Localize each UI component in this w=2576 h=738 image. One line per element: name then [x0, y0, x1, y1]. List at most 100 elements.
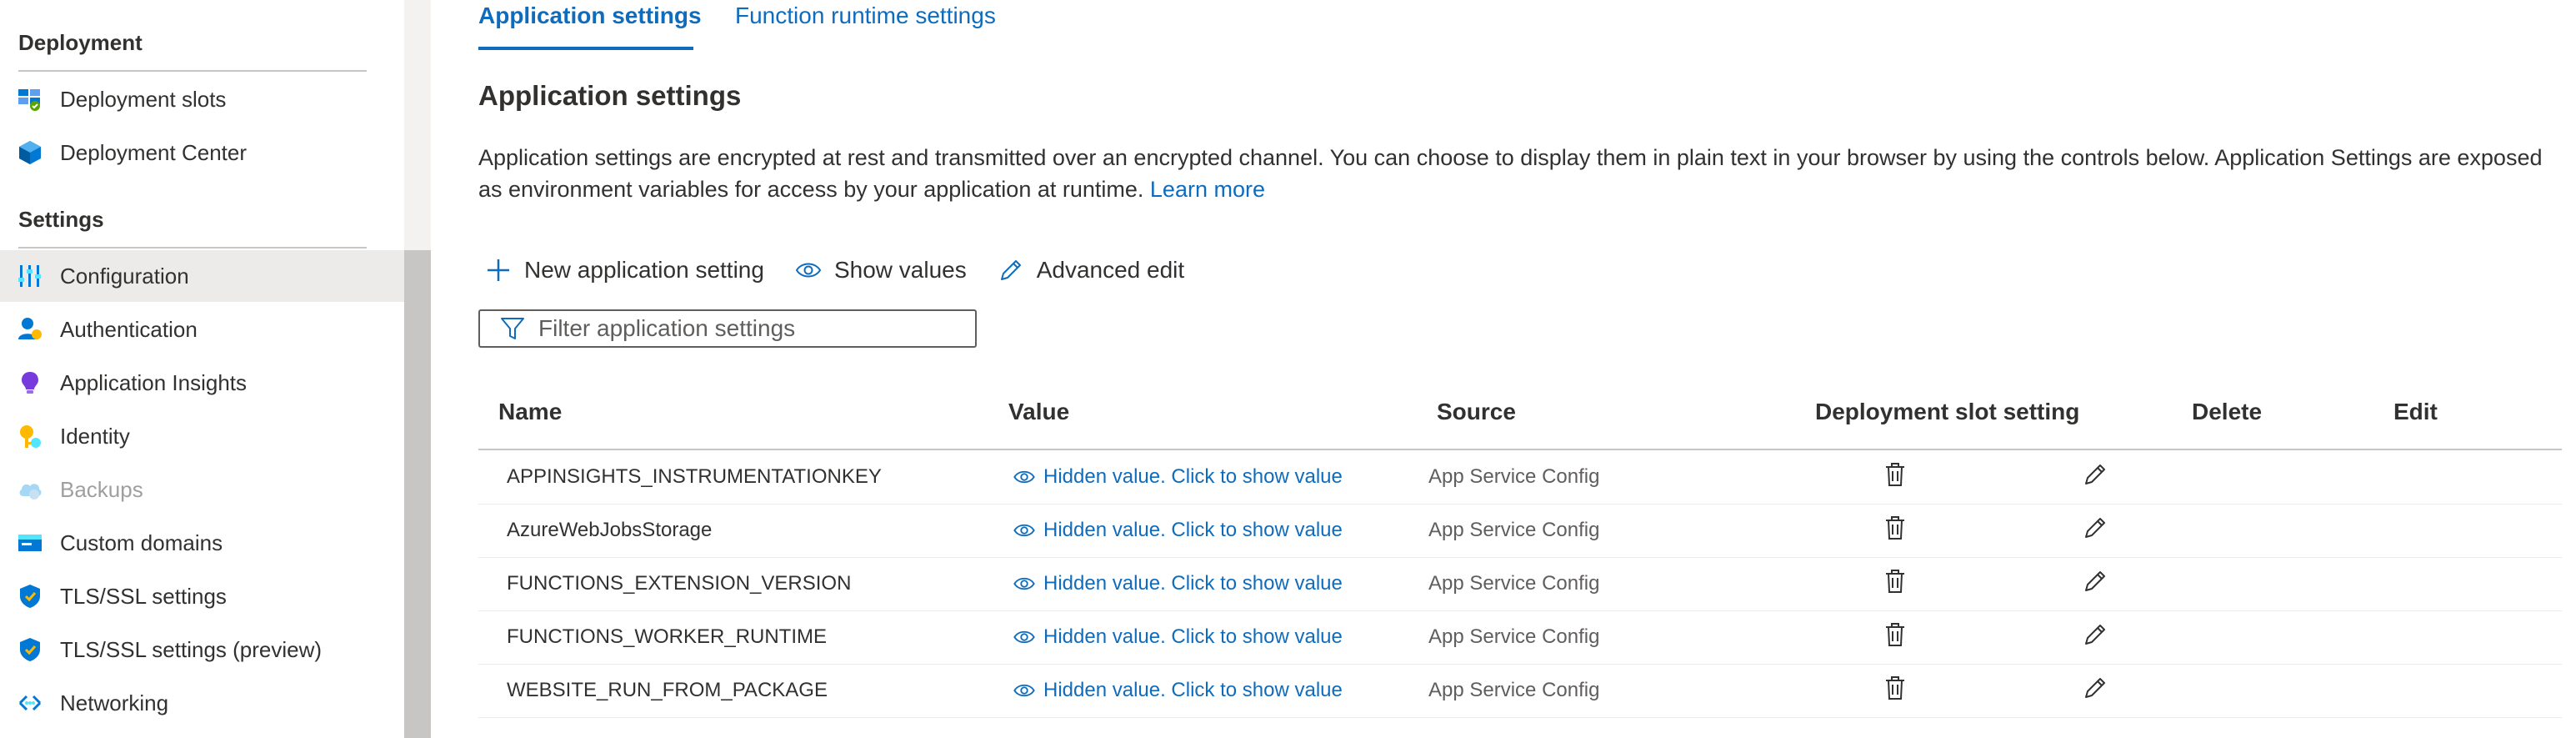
hidden-value-link[interactable]: Hidden value. Click to show value [1012, 664, 1343, 717]
table-row: FUNCTIONS_EXTENSION_VERSION Hidden value… [478, 557, 2562, 611]
tls-shield-icon [17, 636, 43, 663]
pencil-icon [2083, 462, 2108, 493]
table-header: Name Value Source Deployment slot settin… [478, 387, 2562, 450]
tab-function-runtime-settings[interactable]: Function runtime settings [735, 0, 996, 47]
advanced-edit-button[interactable]: Advanced edit [997, 250, 1184, 290]
column-header-delete: Delete [2192, 399, 2263, 424]
edit-button[interactable] [1987, 504, 2203, 557]
sidebar-item-deployment-slots[interactable]: Deployment slots [0, 73, 404, 125]
sidebar-item-identity[interactable]: Identity [0, 410, 404, 462]
new-application-setting-label: New application setting [524, 257, 764, 283]
filter-icon [498, 314, 527, 343]
delete-button[interactable] [1787, 450, 2003, 504]
hidden-value-label: Hidden value. Click to show value [1043, 519, 1343, 541]
sidebar-section-deployment: Deployment [18, 30, 143, 55]
table-row: FUNCTIONS_WORKER_RUNTIME Hidden value. C… [478, 610, 2562, 665]
custom-domains-icon [17, 530, 43, 556]
column-header-source[interactable]: Source [1437, 399, 1516, 425]
sidebar-item-label: Deployment Center [60, 139, 247, 165]
sidebar-item-label: TLS/SSL settings (preview) [60, 636, 323, 662]
trash-icon [1883, 568, 1907, 600]
trash-icon [1883, 461, 1907, 494]
tls-shield-icon [17, 583, 43, 610]
eye-icon [1012, 464, 1037, 489]
pencil-icon [2083, 675, 2108, 706]
filter-input[interactable] [538, 315, 972, 342]
networking-icon [17, 690, 43, 716]
setting-name: WEBSITE_RUN_FROM_PACKAGE [507, 679, 828, 701]
delete-button[interactable] [1787, 610, 2003, 664]
sidebar-item-configuration[interactable]: Configuration [0, 250, 404, 302]
setting-source: App Service Config [1428, 625, 1600, 648]
sidebar-item-label: Authentication [60, 316, 198, 342]
sidebar-item-deployment-center[interactable]: Deployment Center [0, 127, 404, 178]
setting-name: AzureWebJobsStorage [507, 519, 713, 541]
edit-button[interactable] [1987, 664, 2203, 717]
learn-more-link[interactable]: Learn more [1150, 177, 1265, 202]
sidebar-section-settings: Settings [18, 207, 104, 232]
application-insights-icon [17, 369, 43, 396]
sidebar-item-label: Networking [60, 690, 169, 715]
sidebar-item-tls-ssl-settings[interactable]: TLS/SSL settings [0, 570, 404, 622]
advanced-edit-label: Advanced edit [1036, 257, 1185, 283]
trash-icon [1883, 621, 1907, 654]
hidden-value-link[interactable]: Hidden value. Click to show value [1012, 610, 1343, 664]
identity-icon [17, 423, 43, 449]
configuration-icon [17, 263, 43, 289]
hidden-value-label: Hidden value. Click to show value [1043, 465, 1343, 488]
eye-icon [1012, 518, 1037, 543]
pencil-icon [2083, 569, 2108, 600]
edit-button[interactable] [1987, 610, 2203, 664]
sidebar-item-tls-ssl-settings-preview[interactable]: TLS/SSL settings (preview) [0, 624, 404, 675]
setting-name: FUNCTIONS_WORKER_RUNTIME [507, 625, 828, 648]
column-header-name[interactable]: Name [498, 399, 562, 425]
sidebar-section-divider [18, 70, 367, 72]
hidden-value-link[interactable]: Hidden value. Click to show value [1012, 504, 1343, 557]
sidebar-scrollbar-thumb[interactable] [404, 250, 431, 738]
setting-source: App Service Config [1428, 572, 1600, 595]
edit-button[interactable] [1987, 450, 2203, 504]
column-header-value[interactable]: Value [1008, 399, 1069, 425]
sidebar-item-custom-domains[interactable]: Custom domains [0, 517, 404, 569]
sidebar-item-label: Application Insights [60, 369, 248, 395]
hidden-value-link[interactable]: Hidden value. Click to show value [1012, 450, 1343, 504]
pencil-icon [997, 256, 1025, 284]
sidebar-item-label: Custom domains [60, 530, 223, 555]
new-application-setting-button[interactable]: New application setting [484, 250, 764, 290]
description-text: Application settings are encrypted at re… [478, 145, 2543, 202]
sidebar-item-label: TLS/SSL settings [60, 583, 227, 609]
sidebar-item-backups[interactable]: Backups [0, 464, 404, 515]
hidden-value-label: Hidden value. Click to show value [1043, 625, 1343, 648]
column-header-deployment-slot-setting[interactable]: Deployment slot setting [1815, 399, 2079, 425]
delete-button[interactable] [1787, 557, 2003, 610]
sidebar-scrollbar[interactable] [404, 0, 431, 738]
hidden-value-label: Hidden value. Click to show value [1043, 679, 1343, 701]
eye-icon [1012, 571, 1037, 596]
show-values-button[interactable]: Show values [794, 250, 967, 290]
setting-source: App Service Config [1428, 679, 1600, 701]
eye-icon [794, 256, 823, 284]
edit-button[interactable] [1987, 557, 2203, 610]
filter-box[interactable] [478, 309, 977, 348]
show-values-label: Show values [833, 257, 967, 283]
sidebar: Deployment Deployment slots Deployment C… [0, 0, 404, 738]
eye-icon [1012, 625, 1037, 650]
table-row: APPINSIGHTS_INSTRUMENTATIONKEY Hidden va… [478, 450, 2562, 505]
sidebar-item-networking[interactable]: Networking [0, 677, 404, 729]
column-header-edit: Edit [2393, 399, 2438, 424]
tab-application-settings[interactable]: Application settings [478, 0, 702, 47]
hidden-value-link[interactable]: Hidden value. Click to show value [1012, 557, 1343, 610]
delete-button[interactable] [1787, 664, 2003, 717]
sidebar-item-authentication[interactable]: Authentication [0, 304, 404, 355]
table-row: WEBSITE_RUN_FROM_PACKAGE Hidden value. C… [478, 664, 2562, 718]
toolbar: New application setting Show values Adva… [484, 250, 1214, 290]
sidebar-item-label: Backups [60, 476, 143, 502]
setting-source: App Service Config [1428, 519, 1600, 541]
backups-icon [17, 476, 43, 503]
delete-button[interactable] [1787, 504, 2003, 557]
pencil-icon [2083, 622, 2108, 653]
section-title: Application settings [478, 80, 742, 111]
trash-icon [1883, 515, 1907, 547]
setting-name: FUNCTIONS_EXTENSION_VERSION [507, 572, 852, 595]
sidebar-item-application-insights[interactable]: Application Insights [0, 357, 404, 409]
